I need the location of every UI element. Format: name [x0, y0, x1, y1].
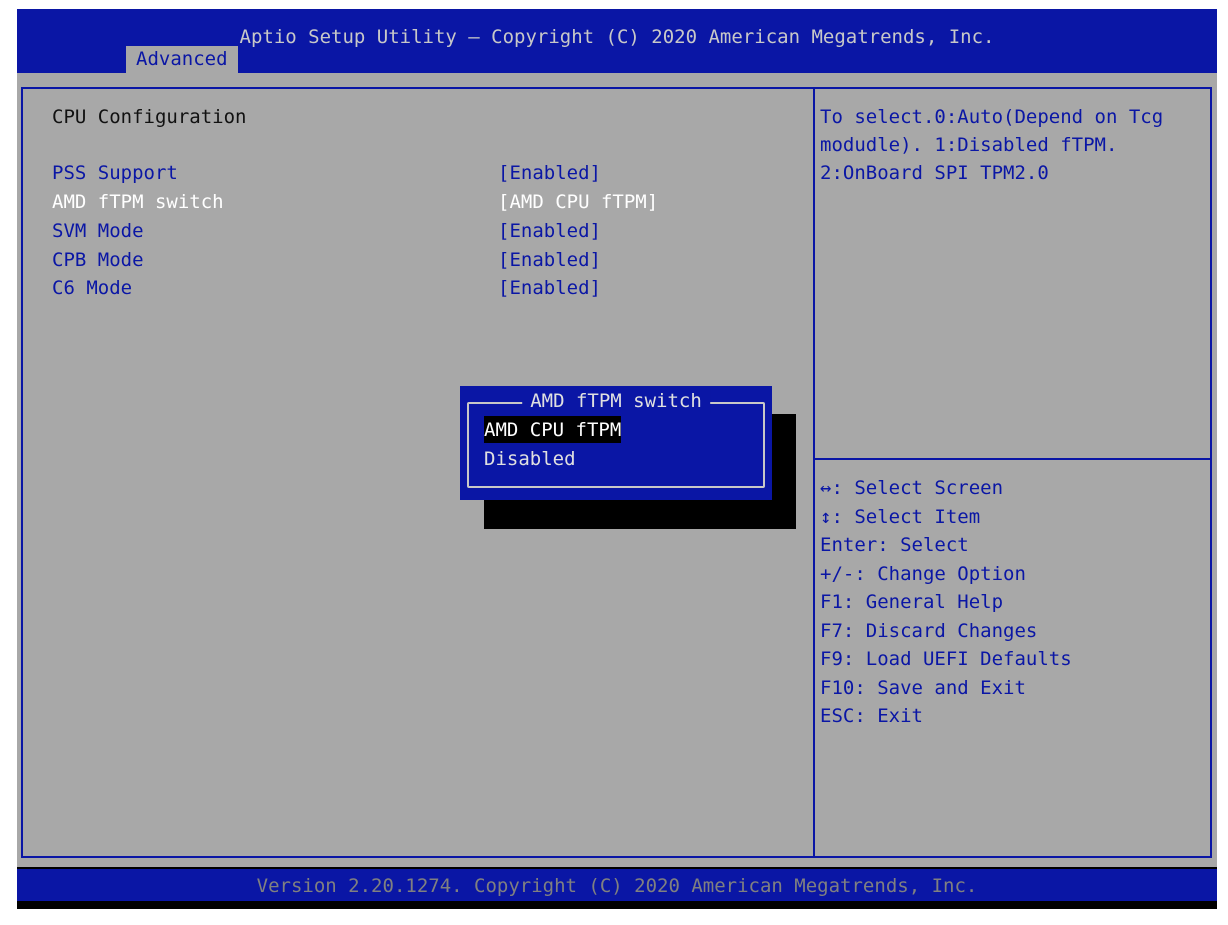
setting-value[interactable]: [Enabled] [498, 159, 601, 187]
key-legend: ↔: Select Screen ↕: Select Item Enter: S… [820, 474, 1200, 731]
setting-value[interactable]: [AMD CPU fTPM] [498, 188, 658, 216]
key-escape-exit: ESC: Exit [820, 705, 923, 727]
popup-title: AMD fTPM switch [522, 387, 710, 415]
help-panel [813, 87, 1212, 858]
setting-amd-ftpm-switch[interactable]: AMD fTPM switch [AMD CPU fTPM] [52, 188, 692, 216]
setting-value[interactable]: [Enabled] [498, 246, 601, 274]
key-general-help: F1: General Help [820, 591, 1004, 613]
help-divider [815, 458, 1210, 460]
setting-c6-mode[interactable]: C6 Mode [Enabled] [52, 274, 692, 302]
popup-option-amd-cpu-ftpm[interactable]: AMD CPU fTPM [484, 416, 622, 443]
setting-svm-mode[interactable]: SVM Mode [Enabled] [52, 217, 692, 245]
key-load-defaults: F9: Load UEFI Defaults [820, 648, 1072, 670]
popup-option-disabled[interactable]: Disabled [484, 445, 576, 472]
setting-value[interactable]: [Enabled] [498, 274, 601, 302]
setting-label: PSS Support [52, 162, 178, 184]
help-text: To select.0:Auto(Depend on Tcg modudle).… [820, 106, 1164, 184]
key-select-item: ↕: Select Item [820, 505, 981, 528]
version-footer: Version 2.20.1274. Copyright (C) 2020 Am… [256, 875, 978, 897]
setting-label: CPB Mode [52, 249, 144, 271]
option-popup: AMD fTPM switch AMD CPU fTPM Disabled [460, 386, 772, 500]
key-enter-select: Enter: Select [820, 534, 969, 556]
setting-label: C6 Mode [52, 277, 133, 299]
footer-bar: Version 2.20.1274. Copyright (C) 2020 Am… [17, 869, 1217, 901]
setting-label: AMD fTPM switch [52, 191, 224, 213]
tab-advanced[interactable]: Advanced [126, 46, 238, 73]
setting-pss-support[interactable]: PSS Support [Enabled] [52, 159, 692, 187]
setting-cpb-mode[interactable]: CPB Mode [Enabled] [52, 246, 692, 274]
key-save-exit: F10: Save and Exit [820, 676, 1026, 699]
section-title: CPU Configuration [52, 106, 247, 128]
key-change-option: +/-: Change Option [820, 562, 1026, 585]
key-discard-changes: F7: Discard Changes [820, 619, 1038, 642]
key-select-screen: ↔: Select Screen [820, 477, 1004, 499]
setting-label: SVM Mode [52, 220, 144, 242]
setting-value[interactable]: [Enabled] [498, 217, 601, 245]
